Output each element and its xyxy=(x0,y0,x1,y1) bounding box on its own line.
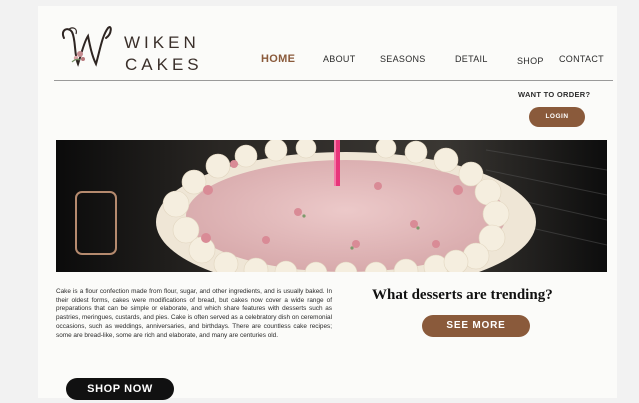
login-button[interactable]: LOGIN xyxy=(529,107,585,127)
nav-detail[interactable]: DETAIL xyxy=(455,54,488,64)
order-prompt: WANT TO ORDER? xyxy=(518,90,591,99)
cake-description: Cake is a flour confection made from flo… xyxy=(56,288,332,339)
see-more-button[interactable]: SEE MORE xyxy=(422,315,530,337)
trending-heading: What desserts are trending? xyxy=(372,287,553,303)
header-divider xyxy=(54,80,613,81)
nav-shop[interactable]: SHOP xyxy=(517,56,544,66)
nav-about[interactable]: ABOUT xyxy=(323,54,356,64)
brand-name-line1: WIKEN xyxy=(124,33,200,52)
main-nav: HOME ABOUT SEASONS DETAIL SHOP CONTACT xyxy=(0,53,639,70)
shop-now-button[interactable]: SHOP NOW xyxy=(66,378,174,400)
cake-photo xyxy=(56,140,607,272)
nav-home[interactable]: HOME xyxy=(261,53,295,65)
nav-contact[interactable]: CONTACT xyxy=(559,54,604,64)
nav-seasons[interactable]: SEASONS xyxy=(380,54,426,64)
hero-image xyxy=(56,140,607,272)
